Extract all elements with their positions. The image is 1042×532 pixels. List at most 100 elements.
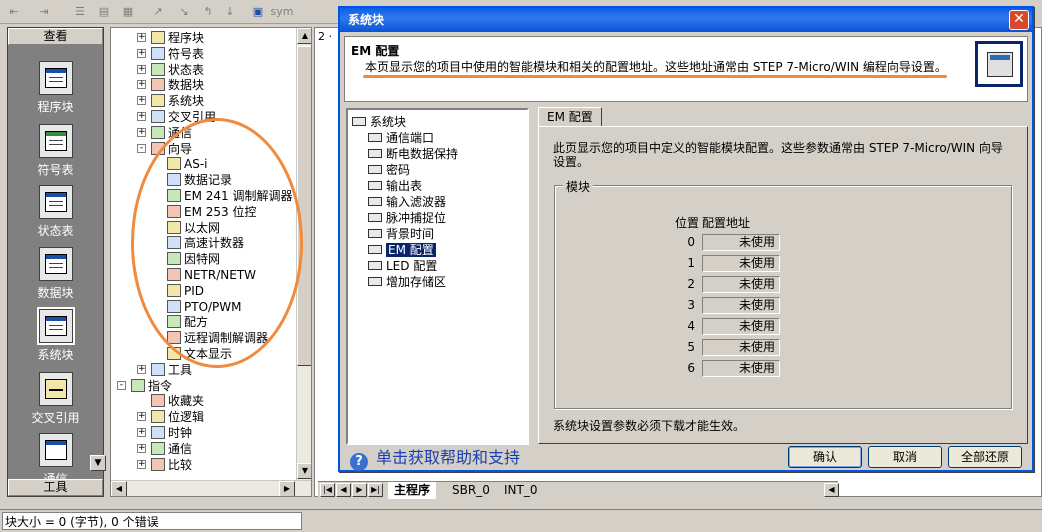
tree-item[interactable]: + 系统块	[137, 93, 204, 109]
outdent-icon[interactable]: ⇥	[34, 3, 54, 21]
tree-item[interactable]: PTO/PWM	[167, 299, 242, 315]
tree-item[interactable]: 收藏夹	[151, 393, 204, 409]
expand-icon[interactable]: +	[137, 80, 146, 90]
tree-item[interactable]: 配方	[167, 314, 208, 330]
prev-tab-icon[interactable]: ◀	[336, 483, 351, 497]
tree-item[interactable]: + 交叉引用	[137, 109, 216, 125]
tree-item[interactable]: + 通信	[137, 441, 192, 457]
view-item-program-block[interactable]: 程序块	[8, 61, 103, 115]
collapse-icon[interactable]: -	[117, 380, 126, 390]
tree-item[interactable]: 文本显示	[167, 346, 232, 362]
indent-icon[interactable]: ⇤	[4, 3, 24, 21]
last-tab-icon[interactable]: ▶|	[368, 483, 383, 497]
system-block-item[interactable]: 输出表	[368, 178, 422, 194]
scroll-right-icon[interactable]: ▶	[279, 481, 295, 496]
view-item-system-block[interactable]: 系统块	[8, 307, 103, 363]
monitor-icon[interactable]: ▣	[248, 3, 268, 21]
tree-vertical-scrollbar[interactable]: ▲ ▼	[296, 28, 311, 480]
tree-item[interactable]: + 位逻辑	[137, 409, 204, 425]
expand-icon[interactable]: +	[137, 33, 146, 42]
list-icon[interactable]: ☰	[70, 3, 90, 21]
system-block-item[interactable]: 脉冲捕捉位	[368, 210, 446, 226]
tree-horizontal-scrollbar[interactable]: ◀ ▶	[111, 480, 311, 496]
tree-item[interactable]: NETR/NETW	[167, 267, 256, 283]
expand-icon[interactable]: +	[137, 412, 146, 422]
view-item-symbol-table[interactable]: 符号表	[8, 124, 103, 178]
system-block-root[interactable]: 系统块	[352, 114, 406, 130]
expand-icon[interactable]: +	[137, 112, 146, 121]
system-block-item-label: 脉冲捕捉位	[386, 211, 447, 225]
tree-item[interactable]: EM 253 位控	[167, 204, 256, 220]
grid-icon[interactable]: ▦	[118, 3, 138, 21]
view-item-data-block[interactable]: 数据块	[8, 247, 103, 301]
next-tab-icon[interactable]: ▶	[352, 483, 367, 497]
scroll-down-icon[interactable]: ▼	[297, 463, 311, 479]
system-block-item[interactable]: 输入滤波器	[368, 194, 446, 210]
cancel-button[interactable]: 取消	[868, 446, 942, 468]
tab-int0[interactable]: INT_0	[498, 482, 543, 499]
dialog-title: 系统块	[340, 8, 1032, 32]
expand-icon[interactable]: +	[137, 64, 146, 74]
view-item-cross-reference[interactable]: 交叉引用	[8, 372, 103, 426]
system-block-item[interactable]: 背景时间	[368, 226, 434, 242]
folder-icon	[131, 378, 145, 392]
expand-icon[interactable]: +	[137, 48, 146, 58]
tab-em-config[interactable]: EM 配置	[538, 107, 602, 127]
tree-item[interactable]: + 符号表	[137, 46, 204, 62]
tree-root-label: 系统块	[370, 115, 407, 129]
arrow-icon[interactable]: ↓	[220, 3, 240, 21]
tree-item[interactable]: + 比较	[137, 457, 192, 473]
expand-icon[interactable]: +	[137, 459, 146, 469]
tree-item[interactable]: 数据记录	[167, 172, 232, 188]
system-block-item[interactable]: 断电数据保持	[368, 146, 458, 162]
system-block-item[interactable]: 密码	[368, 162, 410, 178]
wire2-icon[interactable]: ↘	[174, 3, 194, 21]
scroll-thumb[interactable]	[297, 46, 311, 366]
close-icon[interactable]: ✕	[1009, 10, 1029, 30]
view-bar-scroll-down-icon[interactable]: ▼	[90, 455, 106, 471]
first-tab-icon[interactable]: |◀	[320, 483, 335, 497]
tree-item[interactable]: 因特网	[167, 251, 220, 267]
restore-all-button[interactable]: 全部还原	[948, 446, 1022, 468]
tree-item[interactable]: + 程序块	[137, 30, 204, 46]
tree-item[interactable]: + 通信	[137, 125, 192, 141]
tree-item[interactable]: + 数据块	[137, 77, 204, 93]
system-block-item[interactable]: LED 配置	[368, 258, 437, 274]
tree-item[interactable]: EM 241 调制解调器	[167, 188, 292, 204]
help-link[interactable]: ? 单击获取帮助和支持	[350, 448, 520, 471]
tree-item[interactable]: + 工具	[137, 362, 192, 378]
system-block-item[interactable]: 增加存储区	[368, 274, 446, 290]
system-block-item[interactable]: 通信端口	[368, 130, 434, 146]
tab-sbr0[interactable]: SBR_0	[446, 482, 496, 499]
tree-item-label: 远程调制解调器	[184, 331, 269, 346]
wire-icon[interactable]: ↗	[148, 3, 168, 21]
tree-item[interactable]: - 向导	[137, 141, 192, 157]
tree-item-label: 因特网	[184, 252, 221, 267]
tree-item[interactable]: + 状态表	[137, 62, 204, 78]
sym-icon[interactable]: sym	[270, 3, 294, 21]
table-icon[interactable]: ▤	[94, 3, 114, 21]
tree-item[interactable]: 高速计数器	[167, 235, 244, 251]
system-block-item[interactable]: EM 配置	[368, 242, 436, 258]
tree-item[interactable]: + 时钟	[137, 425, 192, 441]
expand-icon[interactable]: +	[137, 428, 146, 437]
ok-button[interactable]: 确认	[788, 446, 862, 468]
branch-icon[interactable]: ↰	[198, 3, 218, 21]
collapse-icon[interactable]: -	[137, 143, 146, 153]
tree-item[interactable]: - 指令	[117, 378, 172, 394]
expand-icon[interactable]: +	[137, 443, 146, 453]
expand-icon[interactable]: +	[137, 96, 146, 106]
expand-icon[interactable]: +	[137, 364, 146, 374]
scroll-left-icon[interactable]: ◀	[111, 481, 127, 496]
tree-item[interactable]: 以太网	[167, 220, 220, 236]
module-position: 6	[687, 361, 695, 375]
tree-item[interactable]: PID	[167, 283, 204, 299]
expand-icon[interactable]: +	[137, 127, 146, 137]
view-item-status-table[interactable]: 状态表	[8, 185, 103, 239]
tree-item[interactable]: 远程调制解调器	[167, 330, 268, 346]
scroll-left-icon[interactable]: ◀	[824, 483, 839, 497]
tree-item[interactable]: AS-i	[167, 156, 208, 172]
tab-main-program[interactable]: 主程序	[388, 482, 437, 499]
view-bar-footer[interactable]: 工具	[8, 479, 103, 496]
scroll-up-icon[interactable]: ▲	[297, 28, 311, 44]
